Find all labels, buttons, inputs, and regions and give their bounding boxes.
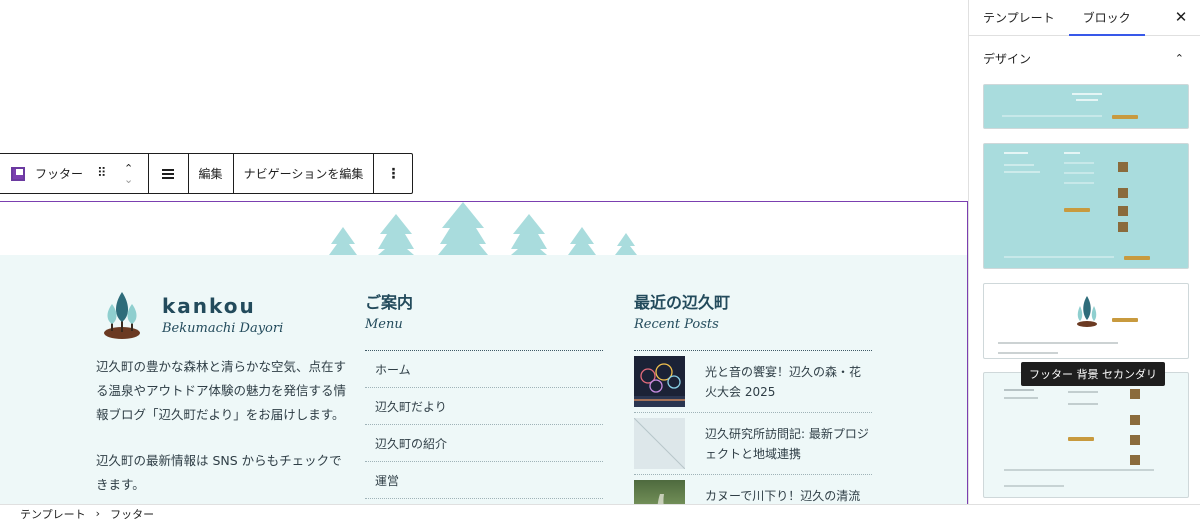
recent-post[interactable]: 辺久研究所訪問記: 最新プロジェクトと地域連携 [634, 413, 872, 475]
chevron-up-icon: ⌃ [1174, 51, 1184, 65]
template-part-icon [11, 166, 25, 181]
site-subtitle: Bekumachi Dayori [162, 320, 284, 336]
options-menu-button[interactable]: ⋮ [374, 154, 412, 193]
site-description: 辺久町の豊かな森林と清らかな空気、点在する温泉やアウトドア体験の魅力を発信する情… [96, 359, 347, 422]
recent-subheading: Recent Posts [634, 317, 719, 332]
site-title[interactable]: kankou [162, 295, 283, 317]
move-up-icon[interactable]: ⌃ [124, 163, 133, 174]
recent-posts-list: 光と音の饗宴！辺久の森・花火大会 2025 辺久研究所訪問記: 最新プロジェクト… [634, 350, 872, 504]
pattern-preview[interactable] [983, 143, 1189, 269]
recent-post-title[interactable]: カヌーで川下り！辺久の清流を [705, 486, 872, 505]
nav-item-home[interactable]: ホーム [365, 351, 603, 388]
site-editor: フッター ⠿ ⌃ ⌄ 編集 ナビゲーションを編集 ⋮ kankou Bekuma… [0, 0, 1200, 522]
design-panel-toggle[interactable]: デザイン ⌃ [969, 36, 1200, 80]
block-switcher[interactable]: フッター ⠿ ⌃ ⌄ [0, 154, 149, 193]
placeholder-image[interactable] [634, 418, 685, 469]
tree-silhouette-icon [329, 202, 637, 255]
footer-brand-column: kankou Bekumachi Dayori 辺久町の豊かな森林と清らかな空気… [96, 255, 346, 497]
fireworks-image[interactable] [634, 356, 685, 407]
nav-item-blog[interactable]: 辺久町だより [365, 388, 603, 425]
recent-post-title[interactable]: 辺久研究所訪問記: 最新プロジェクトと地域連携 [705, 424, 872, 464]
edit-navigation-button[interactable]: ナビゲーションを編集 [234, 154, 375, 193]
recent-post-title[interactable]: 光と音の饗宴！辺久の森・花火大会 2025 [705, 362, 872, 402]
block-mover: ⌃ ⌄ [122, 163, 136, 185]
tab-template[interactable]: テンプレート [969, 0, 1069, 35]
footer-recent-column: 最近の辺久町 Recent Posts 光と音の饗宴！辺久の森・花火大会 202… [634, 255, 872, 504]
breadcrumb-separator-icon: › [95, 507, 101, 520]
recent-heading: 最近の辺久町 [634, 293, 731, 312]
sns-description: 辺久町の最新情報は SNS からもチェックできます。 [96, 453, 342, 492]
nav-item-about[interactable]: 辺久町の紹介 [365, 425, 603, 462]
edit-button[interactable]: 編集 [189, 154, 234, 193]
breadcrumb-item-footer[interactable]: フッター [110, 506, 154, 522]
river-image[interactable] [634, 480, 685, 504]
trees-decoration [0, 202, 967, 255]
menu-heading: ご案内 [365, 293, 414, 312]
footer-block[interactable]: kankou Bekumachi Dayori 辺久町の豊かな森林と清らかな空気… [0, 201, 968, 504]
pattern-tooltip: フッター 背景 セカンダリ [1021, 362, 1165, 386]
editor-canvas[interactable]: フッター ⠿ ⌃ ⌄ 編集 ナビゲーションを編集 ⋮ kankou Bekuma… [0, 0, 968, 504]
block-toolbar: フッター ⠿ ⌃ ⌄ 編集 ナビゲーションを編集 ⋮ [0, 153, 414, 194]
move-down-icon[interactable]: ⌄ [124, 174, 133, 185]
footer-menu-column: ご案内 Menu ホーム 辺久町だより 辺久町の紹介 運営 [365, 255, 603, 499]
nav-item-operator[interactable]: 運営 [365, 462, 603, 499]
align-full-icon [162, 168, 175, 179]
tab-block[interactable]: ブロック [1068, 0, 1145, 36]
pattern-preview[interactable] [983, 283, 1189, 359]
close-icon[interactable]: ✕ [1172, 8, 1190, 26]
footer-content: kankou Bekumachi Dayori 辺久町の豊かな森林と清らかな空気… [0, 255, 967, 504]
footer-navigation: ホーム 辺久町だより 辺久町の紹介 運営 [365, 350, 603, 499]
design-panel-title: デザイン [983, 51, 1032, 66]
block-type-label: フッター [35, 167, 84, 181]
menu-subheading: Menu [365, 317, 403, 332]
recent-post[interactable]: 光と音の饗宴！辺久の森・花火大会 2025 [634, 351, 872, 413]
recent-post[interactable]: カヌーで川下り！辺久の清流を [634, 475, 872, 504]
breadcrumb: テンプレート › フッター [0, 504, 1200, 522]
breadcrumb-item-template[interactable]: テンプレート [20, 506, 86, 522]
pattern-preview[interactable] [983, 84, 1189, 129]
align-button[interactable] [149, 154, 189, 193]
settings-sidebar: テンプレート ブロック ✕ デザイン ⌃ [968, 0, 1200, 504]
pattern-preview[interactable] [983, 372, 1189, 498]
sidebar-tabs: テンプレート ブロック ✕ [969, 0, 1200, 36]
drag-handle-icon[interactable]: ⠿ [97, 167, 106, 180]
site-logo-icon [104, 292, 140, 339]
